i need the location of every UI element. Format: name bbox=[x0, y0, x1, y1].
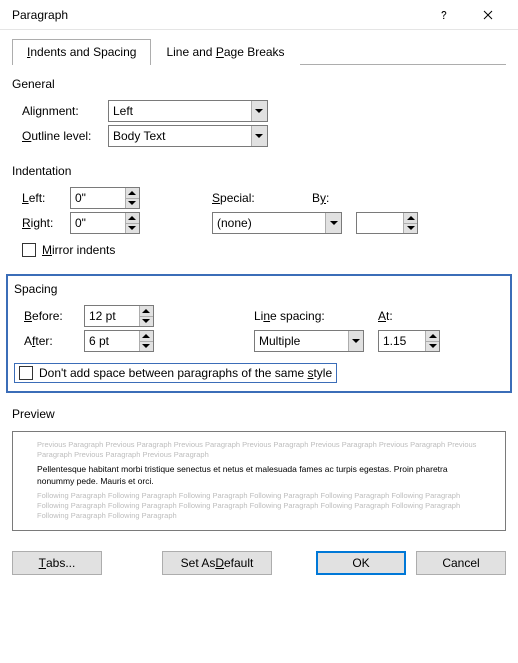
tabs-button[interactable]: Tabs... bbox=[12, 551, 102, 575]
select-alignment[interactable] bbox=[108, 100, 268, 122]
close-icon bbox=[483, 10, 493, 20]
legend-preview: Preview bbox=[12, 407, 55, 427]
group-spacing: Spacing Before: Line spacing: At: After: bbox=[14, 282, 504, 383]
input-indent-left[interactable] bbox=[71, 188, 125, 208]
checkbox-icon bbox=[22, 243, 36, 257]
label-special: Special: bbox=[212, 191, 302, 205]
label-after: After: bbox=[24, 334, 84, 348]
tab-line-page-breaks[interactable]: Line and Page Breaks bbox=[151, 39, 299, 65]
help-icon bbox=[439, 10, 449, 20]
select-line-spacing-value[interactable] bbox=[255, 331, 348, 351]
label-mirror-indents: Mirror indents bbox=[42, 243, 115, 257]
spin-up-icon[interactable] bbox=[126, 213, 139, 223]
group-preview: Preview Previous Paragraph Previous Para… bbox=[12, 407, 506, 531]
spinner-by[interactable] bbox=[356, 212, 418, 234]
label-outline-level: Outline level: bbox=[22, 129, 108, 143]
select-special[interactable] bbox=[212, 212, 342, 234]
preview-prev-text: Previous Paragraph Previous Paragraph Pr… bbox=[37, 440, 481, 460]
spin-down-icon[interactable] bbox=[126, 198, 139, 209]
help-button[interactable] bbox=[422, 0, 466, 30]
input-before[interactable] bbox=[85, 306, 139, 326]
input-by[interactable] bbox=[357, 213, 403, 233]
group-general: General Alignment: Outline level: bbox=[12, 77, 506, 150]
ok-button[interactable]: OK bbox=[316, 551, 406, 575]
spin-up-icon[interactable] bbox=[426, 331, 439, 341]
spin-down-icon[interactable] bbox=[126, 223, 139, 234]
window-title: Paragraph bbox=[12, 8, 422, 22]
legend-indentation: Indentation bbox=[12, 164, 71, 184]
checkbox-mirror-indents[interactable]: Mirror indents bbox=[12, 243, 115, 257]
chevron-down-icon[interactable] bbox=[251, 101, 267, 121]
label-before: Before: bbox=[24, 309, 84, 323]
label-indent-left: Left: bbox=[22, 191, 70, 205]
title-bar: Paragraph bbox=[0, 0, 518, 30]
label-line-spacing: Line spacing: bbox=[254, 309, 364, 323]
spin-down-icon[interactable] bbox=[140, 316, 153, 327]
cancel-button[interactable]: Cancel bbox=[416, 551, 506, 575]
spacing-highlight-box: Spacing Before: Line spacing: At: After: bbox=[6, 274, 512, 393]
spinner-before[interactable] bbox=[84, 305, 154, 327]
checkbox-dont-add-space[interactable]: Don't add space between paragraphs of th… bbox=[14, 363, 337, 383]
spin-down-icon[interactable] bbox=[426, 341, 439, 352]
close-button[interactable] bbox=[466, 0, 510, 30]
select-line-spacing[interactable] bbox=[254, 330, 364, 352]
label-dont-add-space: Don't add space between paragraphs of th… bbox=[39, 366, 332, 380]
spin-up-icon[interactable] bbox=[140, 331, 153, 341]
select-alignment-value[interactable] bbox=[109, 101, 251, 121]
dialog-button-bar: Tabs... Set As Default OK Cancel bbox=[0, 541, 518, 587]
select-outline-level[interactable] bbox=[108, 125, 268, 147]
select-outline-value[interactable] bbox=[109, 126, 251, 146]
spin-up-icon[interactable] bbox=[126, 188, 139, 198]
spin-down-icon[interactable] bbox=[140, 341, 153, 352]
legend-general: General bbox=[12, 77, 55, 97]
preview-next-text: Following Paragraph Following Paragraph … bbox=[37, 491, 481, 521]
spinner-indent-right[interactable] bbox=[70, 212, 140, 234]
preview-box: Previous Paragraph Previous Paragraph Pr… bbox=[12, 431, 506, 531]
input-indent-right[interactable] bbox=[71, 213, 125, 233]
label-indent-right: Right: bbox=[22, 216, 70, 230]
tab-indents-spacing[interactable]: Indents and Spacing bbox=[12, 39, 151, 65]
input-at[interactable] bbox=[379, 331, 425, 351]
group-indentation: Indentation Left: Special: By: Right: bbox=[12, 164, 506, 260]
label-by: By: bbox=[302, 191, 334, 205]
spinner-after[interactable] bbox=[84, 330, 154, 352]
chevron-down-icon[interactable] bbox=[348, 331, 363, 351]
legend-spacing: Spacing bbox=[14, 282, 57, 302]
spin-down-icon[interactable] bbox=[404, 223, 417, 234]
input-after[interactable] bbox=[85, 331, 139, 351]
spinner-indent-left[interactable] bbox=[70, 187, 140, 209]
spin-up-icon[interactable] bbox=[140, 306, 153, 316]
label-at: At: bbox=[364, 309, 426, 323]
spin-up-icon[interactable] bbox=[404, 213, 417, 223]
chevron-down-icon[interactable] bbox=[251, 126, 267, 146]
select-special-value[interactable] bbox=[213, 213, 325, 233]
preview-sample-text: Pellentesque habitant morbi tristique se… bbox=[37, 464, 481, 487]
chevron-down-icon[interactable] bbox=[325, 213, 341, 233]
checkbox-icon bbox=[19, 366, 33, 380]
label-alignment: Alignment: bbox=[22, 104, 108, 118]
spinner-at[interactable] bbox=[378, 330, 440, 352]
tab-bar: Indents and Spacing Line and Page Breaks bbox=[12, 38, 506, 65]
set-as-default-button[interactable]: Set As Default bbox=[162, 551, 272, 575]
